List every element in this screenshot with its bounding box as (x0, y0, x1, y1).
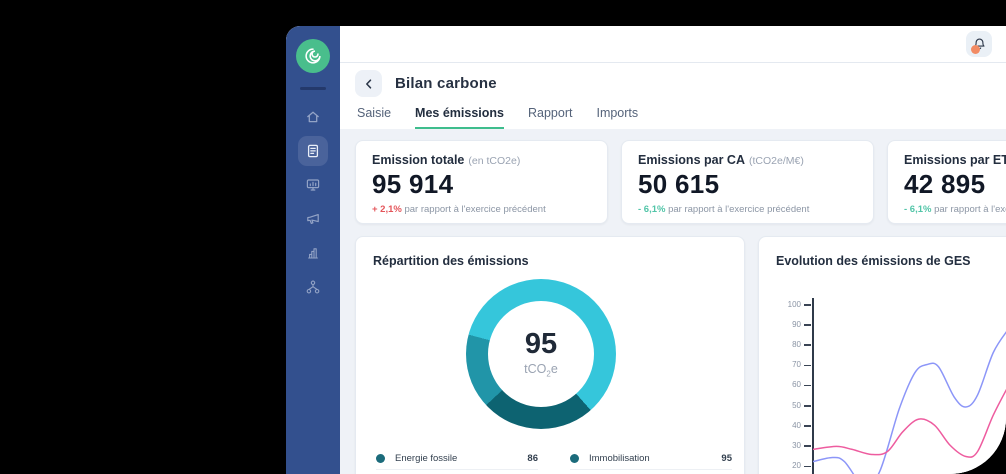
delta-percent: - 6,1% (904, 204, 931, 215)
stat-value: 50 615 (638, 169, 857, 200)
charts-row: Répartition des émissions 95 tCO2e Energ… (355, 236, 1006, 474)
tab-rapport[interactable]: Rapport (528, 106, 572, 129)
y-axis-label: 100 (771, 300, 801, 309)
sidebar-divider (300, 87, 326, 90)
legend-item: Energie fossile86 (376, 447, 538, 470)
y-axis-tick (804, 466, 811, 468)
chevron-left-icon (363, 78, 375, 90)
stat-title: Emissions par ETP(tCO2e/ETP) (904, 153, 1006, 167)
monitor-chart-icon (305, 177, 321, 193)
megaphone-icon (305, 211, 321, 227)
spiral-logo-icon (302, 45, 324, 67)
stat-value: 95 914 (372, 169, 591, 200)
y-axis-label: 30 (771, 441, 801, 450)
content-area: Emission totale(en tCO2e) 95 914 + 2,1% … (340, 129, 1006, 474)
hierarchy-icon (305, 279, 321, 295)
stat-unit: (tCO2e/M€) (749, 155, 804, 167)
tab-bar: Saisie Mes émissions Rapport Imports (355, 106, 991, 129)
legend-dot (570, 454, 579, 463)
notifications-button[interactable] (966, 31, 992, 57)
delta-percent: + 2,1% (372, 204, 402, 215)
y-axis-tick (804, 365, 811, 367)
y-axis-tick (804, 304, 811, 306)
tab-mes-emissions[interactable]: Mes émissions (415, 106, 504, 129)
legend-value: 95 (721, 453, 732, 464)
stat-card-emissions-ca: Emissions par CA(tCO2e/M€) 50 615 - 6,1%… (621, 140, 874, 224)
main-area: Bilan carbone Saisie Mes émissions Rappo… (340, 26, 1006, 474)
stat-delta: - 6,1% par rapport à l'exercice précéden… (904, 204, 1006, 215)
line-chart-card: Evolution des émissions de GES 100 90 80 70… (758, 236, 1006, 474)
stat-card-emission-totale: Emission totale(en tCO2e) 95 914 + 2,1% … (355, 140, 608, 224)
y-axis-label: 20 (771, 461, 801, 470)
donut-legend: Energie fossile86Électricité86Immobilisa… (376, 447, 732, 474)
y-axis-label: 50 (771, 401, 801, 410)
screenshot-canvas: Bilan carbone Saisie Mes émissions Rappo… (0, 0, 1006, 474)
stat-card-emissions-etp: Emissions par ETP(tCO2e/ETP) 42 895 - 6,… (887, 140, 1006, 224)
back-button[interactable] (355, 70, 382, 97)
donut-ring[interactable]: 95 tCO2e (466, 279, 616, 429)
delta-percent: - 6,1% (638, 204, 665, 215)
home-icon (305, 109, 321, 125)
donut-chart-title: Répartition des émissions (373, 254, 529, 268)
y-axis-tick (804, 445, 811, 447)
page-header: Bilan carbone Saisie Mes émissions Rappo… (340, 63, 1006, 129)
legend-label: Energie fossile (395, 453, 527, 464)
stat-unit: (en tCO2e) (468, 155, 520, 167)
line-chart-title: Evolution des émissions de GES (776, 254, 971, 268)
legend-item: Immobilisation95 (570, 447, 732, 470)
y-axis-tick (804, 385, 811, 387)
stat-delta: + 2,1% par rapport à l'exercice précéden… (372, 204, 591, 215)
y-axis-label: 90 (771, 320, 801, 329)
legend-value: 86 (527, 453, 538, 464)
y-axis-label: 80 (771, 340, 801, 349)
sidebar-item-organization[interactable] (298, 272, 328, 302)
y-axis-tick (804, 344, 811, 346)
y-axis-tick (804, 324, 811, 326)
delta-suffix: par rapport à l'exercice précédent (668, 204, 809, 215)
donut-center-value: 95 (525, 330, 557, 359)
legend-item: Déchets95 (570, 470, 732, 474)
stat-cards-row: Emission totale(en tCO2e) 95 914 + 2,1% … (355, 140, 1006, 224)
y-axis-tick (804, 425, 811, 427)
sidebar-item-documents[interactable] (298, 136, 328, 166)
delta-suffix: par rapport à l'exercice précédent (934, 204, 1006, 215)
sidebar-item-dashboard[interactable] (298, 170, 328, 200)
delta-suffix: par rapport à l'exercice précédent (404, 204, 545, 215)
donut-chart-card: Répartition des émissions 95 tCO2e Energ… (355, 236, 745, 474)
y-axis-label: 60 (771, 380, 801, 389)
donut-center-unit: tCO2e (524, 362, 558, 379)
line-chart-plot[interactable] (813, 304, 1006, 474)
donut-center: 95 tCO2e (488, 301, 594, 407)
page-title: Bilan carbone (395, 75, 497, 92)
bar-chart-icon (305, 245, 321, 261)
stat-title: Emissions par CA(tCO2e/M€) (638, 153, 857, 167)
sidebar-item-home[interactable] (298, 102, 328, 132)
y-axis-label: 70 (771, 360, 801, 369)
y-axis-label: 40 (771, 421, 801, 430)
legend-item: Électricité86 (376, 470, 538, 474)
stat-delta: - 6,1% par rapport à l'exercice précéden… (638, 204, 857, 215)
document-icon (305, 143, 321, 159)
stat-value: 42 895 (904, 169, 1006, 200)
stat-title: Emission totale(en tCO2e) (372, 153, 591, 167)
sidebar (286, 26, 340, 474)
app-window: Bilan carbone Saisie Mes émissions Rappo… (286, 26, 1006, 474)
y-axis-tick (804, 405, 811, 407)
app-logo[interactable] (296, 39, 330, 73)
tab-imports[interactable]: Imports (596, 106, 638, 129)
sidebar-item-analytics[interactable] (298, 238, 328, 268)
sidebar-item-announcements[interactable] (298, 204, 328, 234)
legend-dot (376, 454, 385, 463)
notification-badge (971, 45, 980, 54)
topbar (340, 26, 1006, 63)
legend-label: Immobilisation (589, 453, 721, 464)
tab-saisie[interactable]: Saisie (357, 106, 391, 129)
